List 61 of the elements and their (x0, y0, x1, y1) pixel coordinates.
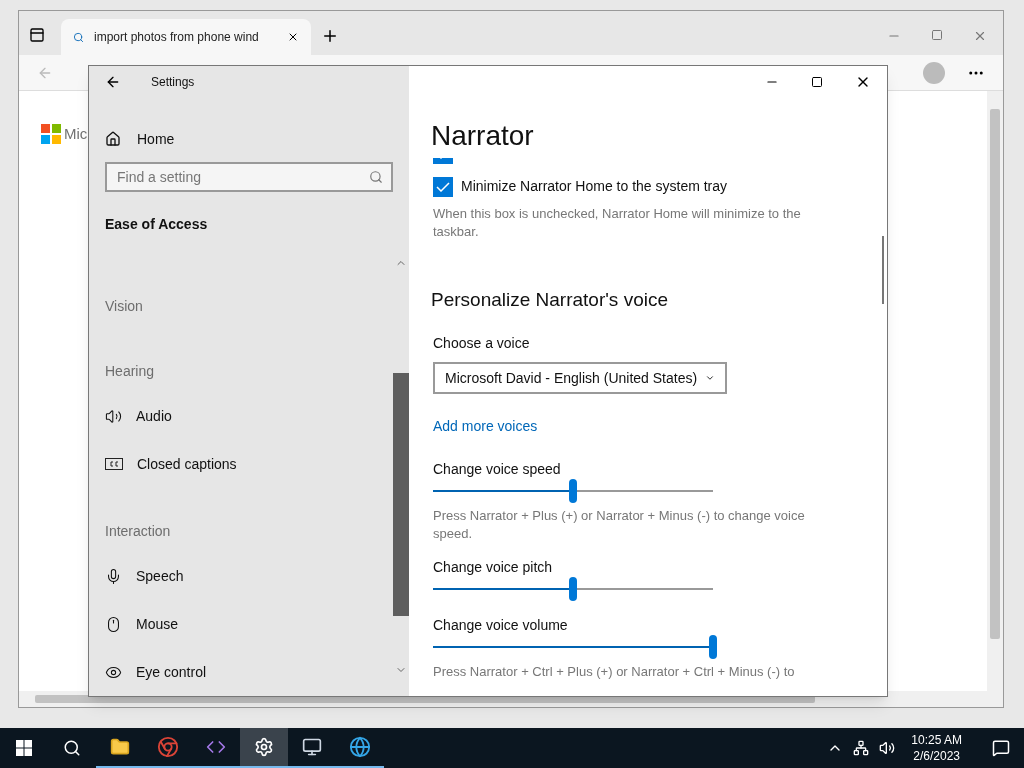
new-tab-icon[interactable] (321, 27, 339, 45)
nav-icon (105, 568, 122, 586)
back-icon[interactable] (105, 74, 121, 90)
volume-icon[interactable] (879, 740, 896, 756)
voice-dropdown[interactable]: Microsoft David - English (United States) (433, 362, 727, 394)
section-heading: Personalize Narrator's voice (431, 288, 669, 312)
nav-item[interactable]: Audio (105, 393, 393, 441)
checkmark-icon (436, 181, 450, 192)
slider-label: Change voice speed (433, 460, 562, 479)
search-icon (73, 31, 84, 43)
nav-item[interactable]: Closed captions (105, 440, 393, 489)
home-nav-item[interactable]: Home (89, 122, 409, 156)
search-icon[interactable] (63, 739, 81, 757)
checkbox-label: Minimize Narrator Home to the system tray (461, 177, 728, 196)
nav-icon (105, 408, 122, 426)
nav-item[interactable]: Speech (105, 553, 393, 601)
vertical-scrollbar[interactable] (987, 91, 1003, 691)
checkbox-note: When this box is unchecked, Narrator Home will minimize to the taskbar. (433, 205, 802, 241)
notifications-icon[interactable] (992, 739, 1010, 757)
checkbox[interactable] (433, 176, 453, 197)
taskbar-app[interactable] (240, 728, 288, 768)
slider-track[interactable] (433, 479, 713, 503)
nav-item[interactable]: Mouse (105, 600, 393, 649)
nav-group-heading: Hearing (105, 362, 156, 381)
slider-hint: Press Narrator + Plus (+) or Narrator + Minus (-) to change voice speed. (433, 507, 806, 543)
slider-label: Change voice pitch (433, 558, 554, 577)
four-squares-logo-icon (41, 124, 61, 145)
add-voices-link[interactable]: Add more voices (433, 416, 538, 437)
nav-icon (105, 616, 122, 634)
home-icon (105, 131, 121, 147)
folder-icon (110, 737, 130, 757)
search-field[interactable]: Find a setting (105, 162, 393, 192)
logo-text: Mic (64, 124, 88, 144)
settings-icon (254, 737, 274, 757)
start-icon[interactable] (16, 740, 32, 756)
closed-captions-icon (105, 458, 123, 471)
slider-thumb[interactable] (569, 479, 577, 503)
network-icon[interactable] (853, 740, 870, 756)
search-icon (369, 170, 383, 184)
slider-track[interactable] (433, 577, 713, 601)
slider-label: Change voice volume (433, 616, 569, 635)
nav-item[interactable]: Eye control (105, 648, 393, 696)
browser-tab[interactable]: import photos from phone wind (61, 19, 311, 55)
globe-icon (349, 736, 371, 758)
content-scrollbar[interactable] (882, 236, 884, 304)
maximize-icon[interactable] (811, 76, 823, 88)
window-title: Settings (151, 74, 195, 91)
tab-title: import photos from phone wind (94, 29, 259, 46)
tab-actions-icon[interactable] (29, 27, 45, 43)
monitor-icon (302, 737, 322, 757)
slider-thumb[interactable] (709, 635, 717, 659)
close-icon[interactable] (287, 31, 299, 43)
nav-group-heading: Vision (105, 297, 144, 316)
browser-icon (157, 736, 179, 758)
page-title: Narrator (431, 119, 535, 153)
nav-group-heading: Interaction (105, 522, 172, 542)
category-heading: Ease of Access (105, 215, 209, 234)
slider-thumb[interactable] (569, 577, 577, 601)
clock[interactable]: 10:25 AM 2/6/2023 (905, 732, 968, 764)
field-label: Choose a voice (433, 334, 531, 353)
slider-hint: Press Narrator + Ctrl + Plus (+) or Narrator + Ctrl + Minus (-) to (433, 663, 796, 681)
